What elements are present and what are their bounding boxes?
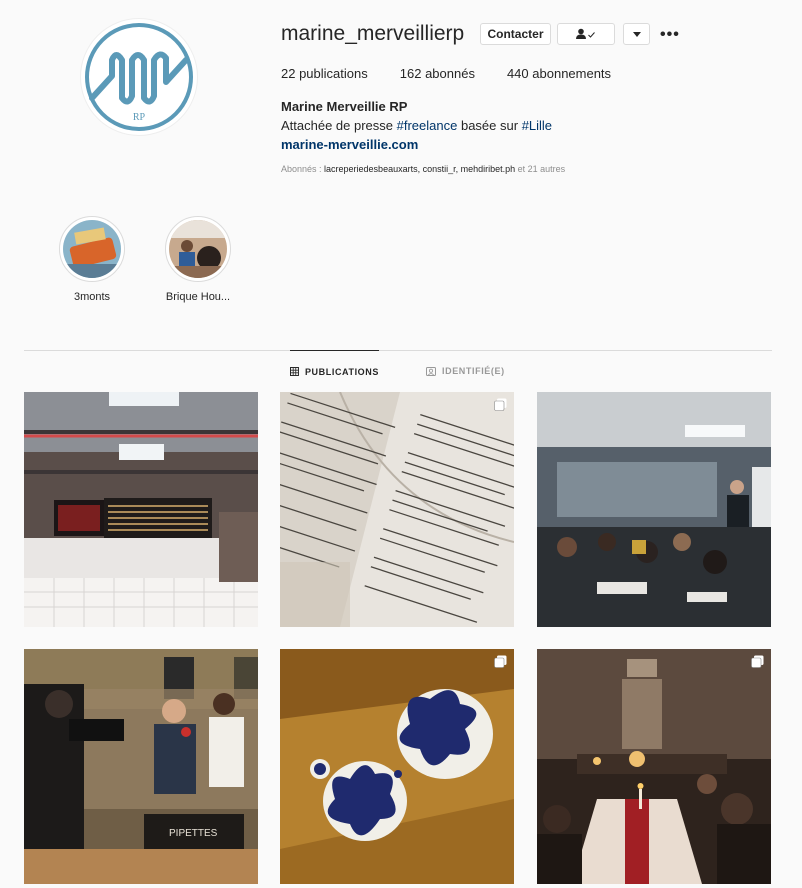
highlight-ring: [59, 216, 125, 282]
followed-by-names: lacreperiedesbeauxarts, constii_r, mehdi…: [324, 164, 516, 174]
tabs-divider: [24, 350, 772, 351]
post-thumbnail[interactable]: [280, 392, 514, 627]
profile-avatar[interactable]: RP: [80, 18, 198, 136]
highlight-cover-brique-house: [169, 220, 227, 278]
multiple-photos-icon: [751, 655, 764, 668]
multiple-photos-icon: [494, 655, 507, 668]
story-highlight[interactable]: Brique Hou...: [163, 216, 233, 303]
tab-publications-label: PUBLICATIONS: [304, 366, 379, 377]
following-count-label: abonnements: [528, 66, 612, 81]
brewery-taproom-photo: [24, 392, 258, 627]
user-check-icon: [576, 28, 595, 39]
posts-count-label: publications: [295, 66, 368, 81]
following-button[interactable]: [557, 23, 615, 45]
posts-count: 22 publications: [281, 66, 368, 81]
tab-tagged[interactable]: IDENTIFIÉ(E): [426, 350, 505, 392]
highlight-ring: [165, 216, 231, 282]
post-thumbnail[interactable]: PIPETTES: [24, 649, 258, 884]
tv-interview-photo: PIPETTES: [24, 649, 258, 884]
highlight-cover-3monts: [63, 220, 121, 278]
followers-count-value: 162: [399, 66, 422, 81]
ink-splash-plates-photo: [280, 649, 514, 884]
post-thumbnail[interactable]: [280, 649, 514, 884]
suggestions-dropdown-button[interactable]: [623, 23, 650, 45]
multiple-photos-icon: [494, 398, 507, 411]
highlight-label: Brique Hou...: [165, 291, 231, 303]
rp-logo-icon: RP: [85, 23, 193, 131]
following-count[interactable]: 440 abonnements: [507, 66, 611, 81]
followers-count-label: abonnés: [421, 66, 475, 81]
highlight-label: 3monts: [73, 291, 111, 303]
svg-text:RP: RP: [133, 112, 146, 123]
followed-by-more: et 21 autres: [515, 164, 566, 174]
tab-tagged-label: IDENTIFIÉ(E): [442, 366, 505, 376]
posts-count-value: 22: [281, 66, 296, 81]
tab-publications[interactable]: PUBLICATIONS: [290, 350, 379, 392]
bio-text-mid: basée sur: [457, 118, 522, 133]
post-thumbnail[interactable]: [24, 392, 258, 627]
hashtag-freelance-link[interactable]: #freelance: [397, 118, 458, 133]
svg-text:PIPETTES: PIPETTES: [169, 828, 218, 839]
profile-website-link[interactable]: marine-merveillie.com: [281, 137, 418, 152]
followed-by-label: Abonnés :: [281, 164, 325, 174]
followers-count[interactable]: 162 abonnés: [400, 66, 475, 81]
meeting-room-photo: [537, 392, 771, 627]
tagged-portrait-icon: [426, 366, 436, 376]
bio-text: Attachée de presse: [281, 118, 397, 133]
followed-by[interactable]: Abonnés : lacreperiedesbeauxarts, consti…: [281, 164, 565, 174]
profile-stats: 22 publications 162 abonnés 440 abonneme…: [281, 66, 643, 81]
grid-icon: [290, 367, 299, 376]
profile-bio: Attachée de presse #freelance basée sur …: [281, 118, 552, 133]
following-count-value: 440: [506, 66, 529, 81]
profile-full-name: Marine Merveillie RP: [281, 99, 408, 114]
story-highlight[interactable]: 3monts: [57, 216, 127, 303]
hashtag-lille-link[interactable]: #Lille: [522, 118, 552, 133]
contact-button[interactable]: Contacter: [480, 23, 551, 45]
post-thumbnail[interactable]: [537, 392, 771, 627]
options-more-button[interactable]: •••: [660, 26, 680, 44]
profile-username: marine_merveillierp: [281, 22, 465, 45]
caret-down-icon: [632, 31, 641, 37]
post-thumbnail[interactable]: [537, 649, 771, 884]
old-directory-page-photo: [280, 392, 514, 627]
candlelit-dinner-photo: [537, 649, 771, 884]
